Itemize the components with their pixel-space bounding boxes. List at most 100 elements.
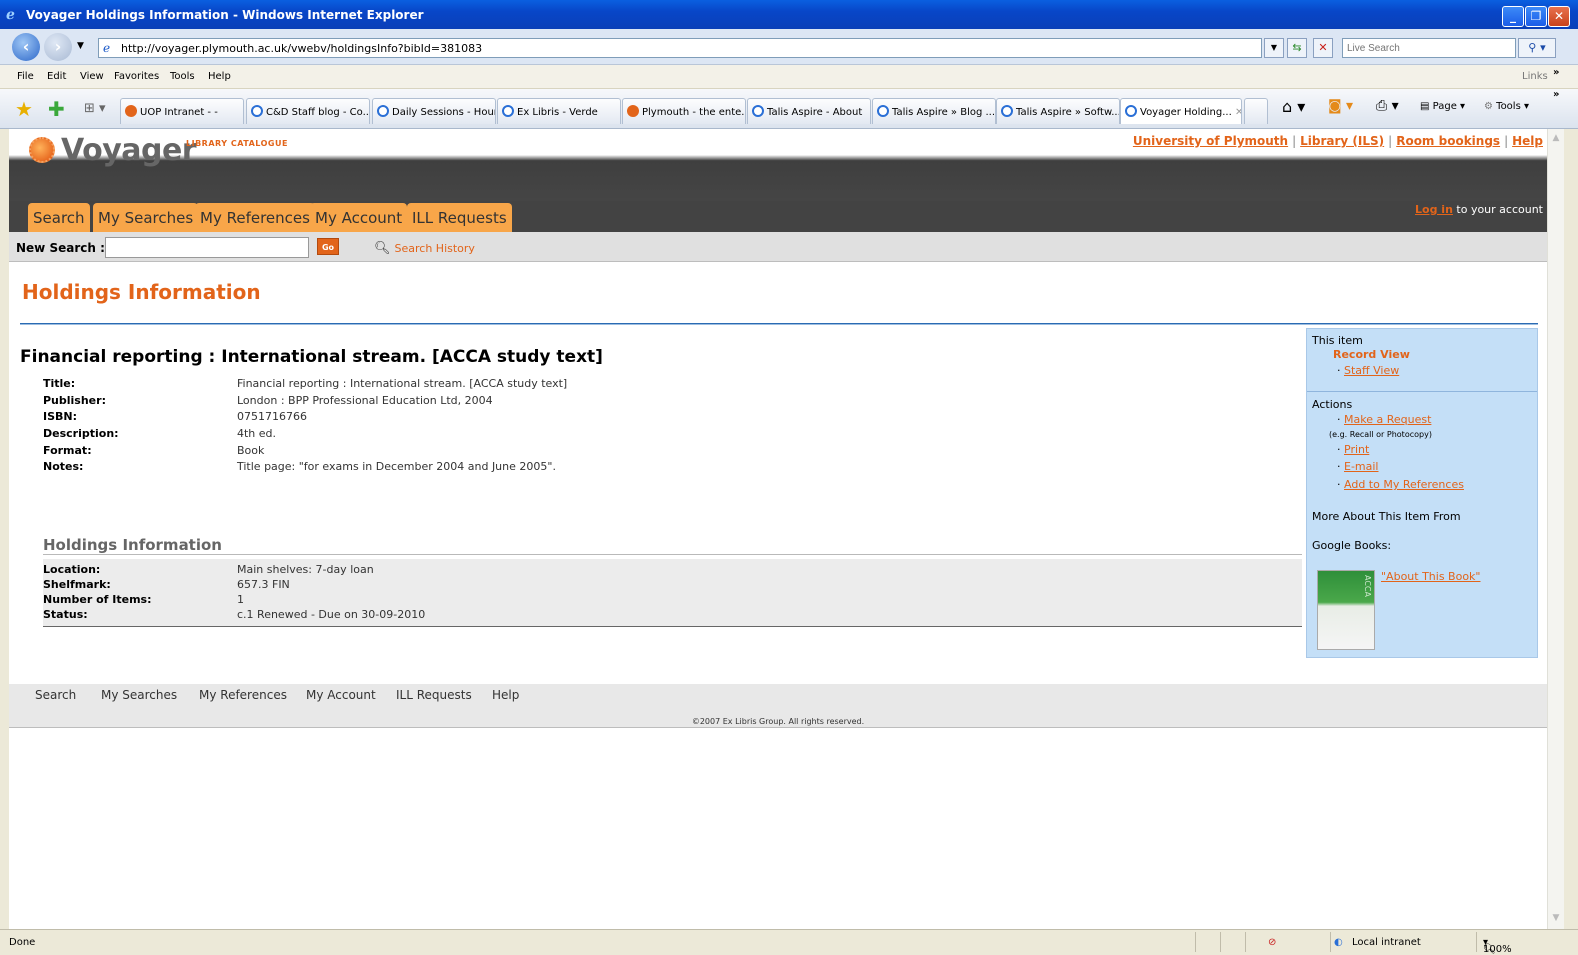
- detail-row: Notes: Title page: "for exams in December…: [43, 460, 843, 477]
- tab-close-icon[interactable]: ✕: [1235, 107, 1241, 118]
- url-field[interactable]: ℯ http://voyager.plymouth.ac.uk/vwebv/ho…: [98, 38, 1262, 58]
- holding-value: Main shelves: 7-day loan: [237, 563, 374, 576]
- minimize-button[interactable]: _: [1502, 6, 1524, 27]
- browser-tab[interactable]: Talis Aspire - About: [747, 98, 871, 124]
- menu-file[interactable]: File: [17, 71, 34, 82]
- ie-icon: [877, 105, 889, 117]
- footer-link-my-account[interactable]: My Account: [306, 688, 376, 702]
- browser-tab[interactable]: Daily Sessions - Hourly: [372, 98, 496, 124]
- menu-view[interactable]: View: [80, 71, 104, 82]
- link-university[interactable]: University of Plymouth: [1133, 134, 1288, 148]
- live-search-input[interactable]: [1342, 38, 1516, 58]
- search-icon[interactable]: ⚲ ▾: [1518, 38, 1556, 58]
- staff-view-item: · Staff View: [1337, 364, 1400, 377]
- browser-tab[interactable]: Plymouth - the ente...: [622, 98, 746, 124]
- browser-tab[interactable]: Talis Aspire » Softw...: [996, 98, 1120, 124]
- site-nav: Search My Searches My References My Acco…: [9, 201, 1547, 232]
- zoom-control[interactable]: 🔍︎ 100% ▾: [1483, 937, 1512, 955]
- login-area: Log in to your account: [1415, 203, 1543, 216]
- copyright: ©2007 Ex Libris Group. All rights reserv…: [691, 717, 865, 726]
- menu-help[interactable]: Help: [208, 71, 231, 82]
- favorites-star-icon[interactable]: ★: [15, 97, 33, 121]
- chevron-right-icon[interactable]: »: [1553, 67, 1559, 78]
- divider: [1220, 932, 1221, 952]
- detail-row: ISBN: 0751716766: [43, 410, 843, 427]
- voyager-logo[interactable]: Voyager: [29, 133, 197, 168]
- ie-icon: [752, 105, 764, 117]
- browser-tab[interactable]: UOP Intranet - -: [120, 98, 244, 124]
- link-help[interactable]: Help: [1512, 134, 1543, 148]
- refresh-icon[interactable]: ⇆: [1287, 38, 1307, 58]
- tab-toolbar: ★ ✚ ⊞ ▾ UOP Intranet - - C&D Staff blog …: [0, 89, 1578, 129]
- url-dropdown-icon[interactable]: ▼: [1264, 38, 1284, 58]
- links-toolbar[interactable]: Links: [1522, 71, 1548, 82]
- print-item: · Print: [1337, 443, 1370, 456]
- scroll-down-icon[interactable]: ▼: [1550, 913, 1562, 925]
- browser-window: ℯ Voyager Holdings Information - Windows…: [0, 0, 1578, 955]
- print-link[interactable]: Print: [1344, 443, 1369, 456]
- scroll-up-icon[interactable]: ▲: [1550, 133, 1562, 145]
- chevron-right-icon[interactable]: »: [1553, 89, 1559, 100]
- feeds-icon[interactable]: ◙ ▾: [1328, 98, 1353, 114]
- login-link[interactable]: Log in: [1415, 203, 1453, 216]
- menu-tools[interactable]: Tools: [170, 71, 195, 82]
- add-favorite-icon[interactable]: ✚: [48, 97, 65, 121]
- vertical-scrollbar[interactable]: ▲ ▼: [1547, 129, 1564, 929]
- link-library-ils[interactable]: Library (ILS): [1300, 134, 1384, 148]
- tab-ill-requests[interactable]: ILL Requests: [407, 203, 512, 232]
- magnifier-icon: 🔍︎: [374, 241, 391, 256]
- new-search-input[interactable]: [105, 237, 309, 258]
- book-cover-image[interactable]: ACCA: [1317, 570, 1375, 650]
- close-button[interactable]: ✕: [1548, 6, 1570, 27]
- stop-icon[interactable]: ✕: [1313, 38, 1333, 58]
- browser-tab[interactable]: Talis Aspire » Blog ...: [872, 98, 996, 124]
- email-link[interactable]: E-mail: [1344, 460, 1379, 473]
- browser-tab[interactable]: C&D Staff blog - Co...: [246, 98, 370, 124]
- tab-my-account[interactable]: My Account: [310, 203, 408, 232]
- footer-link-search[interactable]: Search: [35, 688, 76, 702]
- menu-edit[interactable]: Edit: [47, 71, 66, 82]
- search-history-link[interactable]: 🔍︎ Search History: [374, 241, 475, 256]
- bib-details: Title: Financial reporting : Internationa…: [43, 377, 843, 477]
- ie-icon: [502, 105, 514, 117]
- holding-label: Shelfmark:: [43, 578, 111, 591]
- top-links: University of Plymouth | Library (ILS) | Roo…: [1133, 134, 1543, 148]
- menu-favorites[interactable]: Favorites: [114, 71, 159, 82]
- history-dropdown-icon[interactable]: ▼: [77, 41, 84, 51]
- make-request-link[interactable]: Make a Request: [1344, 413, 1431, 426]
- print-icon[interactable]: ⎙ ▾: [1376, 98, 1399, 114]
- holding-row: Number of Items: 1: [43, 593, 843, 608]
- footer-link-my-searches[interactable]: My Searches: [101, 688, 177, 702]
- record-view-label: Record View: [1333, 348, 1410, 361]
- footer-link-help[interactable]: Help: [492, 688, 519, 702]
- detail-value: Book: [237, 443, 265, 457]
- detail-label: Format:: [43, 443, 92, 457]
- holdings-details: Location: Main shelves: 7-day loan Shelfm…: [43, 563, 843, 623]
- detail-label: ISBN:: [43, 410, 78, 424]
- tab-search[interactable]: Search: [28, 203, 90, 232]
- home-icon[interactable]: ⌂ ▾: [1282, 97, 1305, 116]
- browser-tab-active[interactable]: Voyager Holding... ✕: [1120, 98, 1242, 124]
- url-text: http://voyager.plymouth.ac.uk/vwebv/hold…: [121, 42, 483, 55]
- voyager-orb-icon: [29, 137, 55, 163]
- link-room-bookings[interactable]: Room bookings: [1396, 134, 1500, 148]
- page-menu[interactable]: ▤ Page ▾: [1420, 101, 1465, 112]
- maximize-button[interactable]: ❐: [1525, 6, 1547, 27]
- back-button[interactable]: ‹: [12, 33, 40, 61]
- quick-tabs-icon[interactable]: ⊞ ▾: [84, 101, 106, 116]
- go-button[interactable]: Go: [317, 238, 339, 255]
- staff-view-link[interactable]: Staff View: [1344, 364, 1399, 377]
- add-to-references-link[interactable]: Add to My References: [1344, 478, 1464, 491]
- forward-button[interactable]: ›: [44, 33, 72, 61]
- record-title: Financial reporting : International stre…: [20, 347, 603, 367]
- tab-my-references[interactable]: My References: [195, 203, 315, 232]
- tab-my-searches[interactable]: My Searches: [93, 203, 199, 232]
- footer-link-ill-requests[interactable]: ILL Requests: [396, 688, 472, 702]
- new-tab-button[interactable]: [1244, 98, 1268, 124]
- about-this-book-link[interactable]: "About This Book": [1381, 570, 1481, 583]
- page-content: Voyager LIBRARY CATALOGUE University of …: [9, 129, 1547, 929]
- tools-menu[interactable]: ⚙ Tools ▾: [1484, 101, 1529, 112]
- footer-link-my-references[interactable]: My References: [199, 688, 287, 702]
- tab-label: Voyager Holding...: [1140, 107, 1232, 118]
- browser-tab[interactable]: Ex Libris - Verde: [497, 98, 621, 124]
